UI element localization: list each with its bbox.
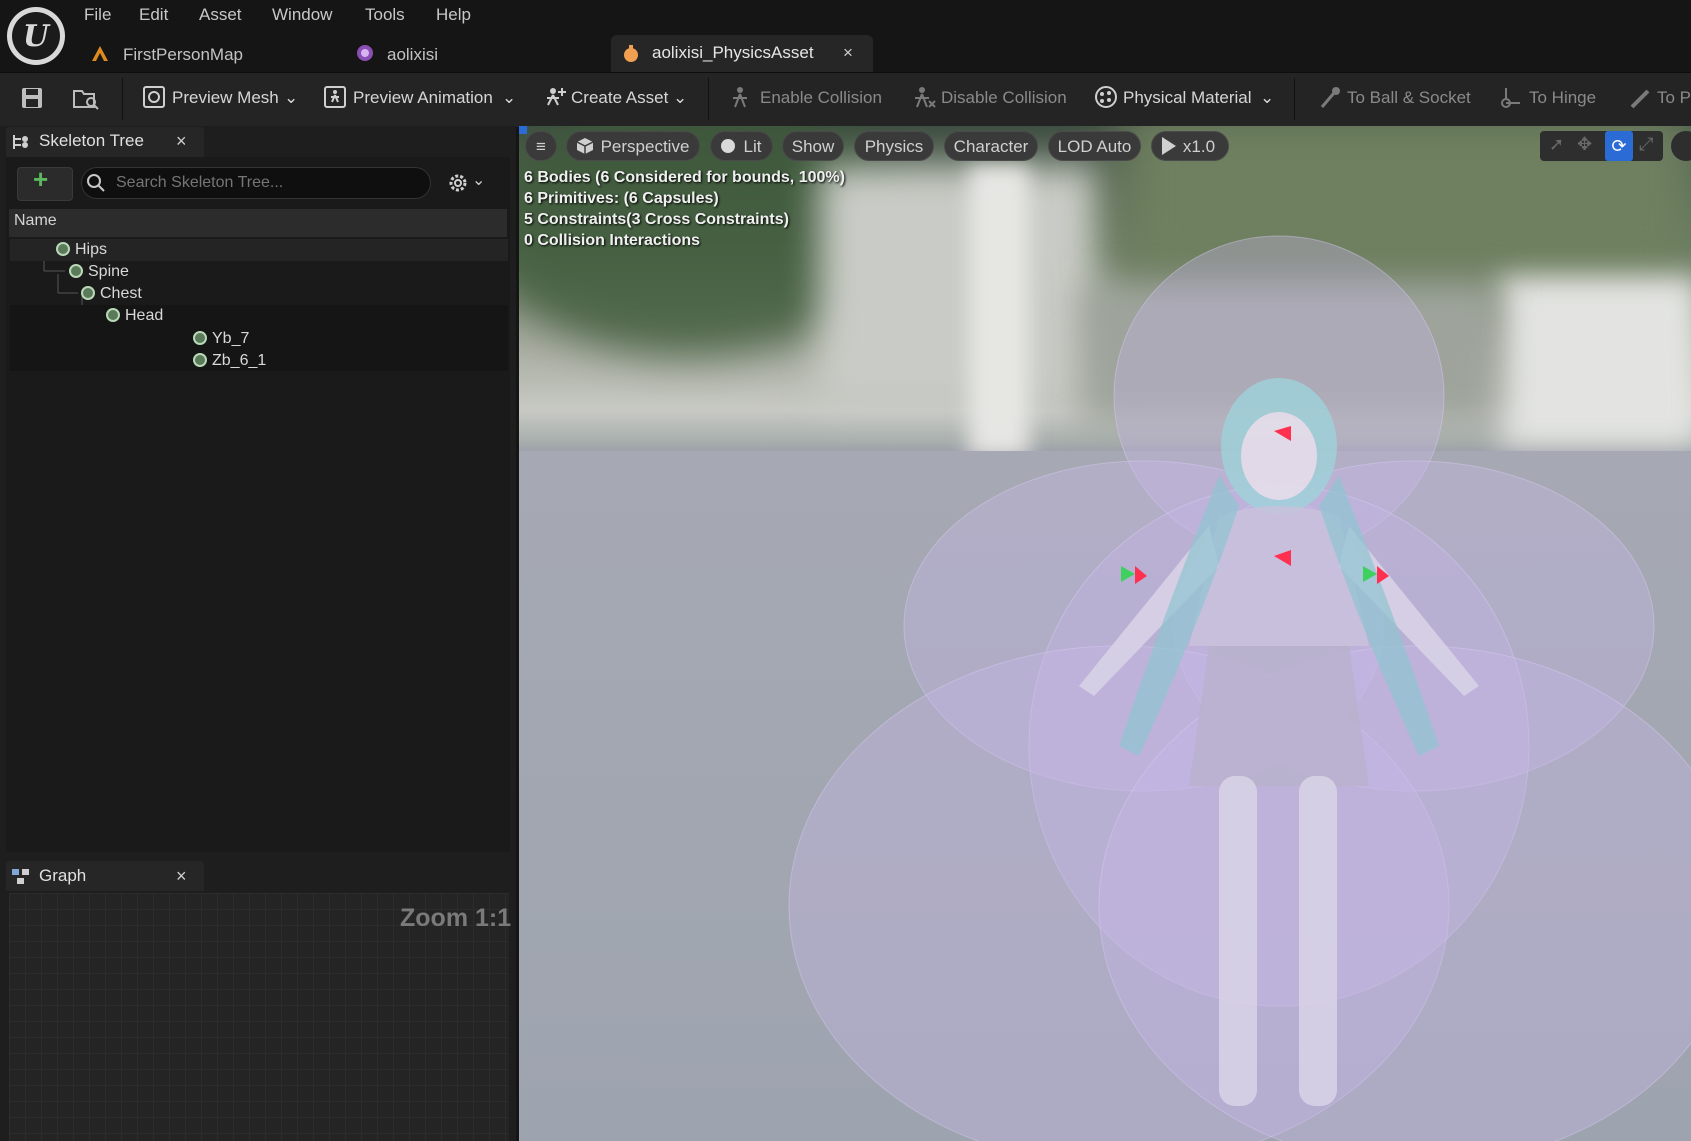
tab-aolixisi[interactable]: aolixisi [387,38,438,72]
close-icon[interactable]: × [176,866,187,887]
physics-asset-icon [624,45,638,62]
skeletal-mesh-icon [357,45,373,61]
enable-collision-icon [733,87,747,108]
tab-close-icon[interactable]: × [843,36,853,70]
skeleton-tree-title: Skeleton Tree [39,131,144,150]
search-icon [87,174,105,192]
move-icon[interactable]: ✥ [1577,134,1592,155]
create-asset-icon [547,88,566,106]
lod-button[interactable]: LOD Auto [1048,131,1141,161]
chevron-down-icon[interactable]: ⌄ [284,86,298,110]
to-prismatic-button[interactable]: To P [1657,86,1691,110]
bone-label: Spine [88,263,129,280]
toolbar-separator [1294,78,1295,120]
rotate-icon[interactable]: ⟳ [1605,131,1633,161]
preview-mesh-icon [143,86,165,108]
show-button[interactable]: Show [782,131,844,161]
scale-icon[interactable]: ⤢ [1639,134,1653,155]
disable-collision-button[interactable]: Disable Collision [941,86,1067,110]
lit-button[interactable]: Lit [710,131,773,161]
bone-icon [106,308,120,322]
skeleton-tree-icon [13,135,28,149]
bone-row-head[interactable]: Head [106,305,163,327]
tab-graph[interactable] [6,861,204,891]
play-icon [1162,137,1176,155]
browse-content-icon[interactable] [72,85,100,111]
menu-asset[interactable]: Asset [199,4,242,26]
graph-icon [12,869,29,884]
bone-label: Head [125,307,164,324]
menu-edit[interactable]: Edit [139,4,168,26]
prismatic-icon [1630,89,1650,109]
column-header-name[interactable] [9,209,507,237]
to-ball-socket-button[interactable]: To Ball & Socket [1347,86,1471,110]
level-icon [92,46,108,61]
stat-constraints: 5 Constraints(3 Cross Constraints) [524,211,789,228]
physical-material-icon [1095,86,1117,108]
gear-icon[interactable] [447,172,469,194]
create-asset-button[interactable]: Create Asset [571,86,668,110]
hinge-icon [1501,88,1520,108]
bone-row-hips[interactable]: Hips [56,239,107,261]
toolbar-separator [708,78,709,120]
viewport[interactable] [519,126,1691,1141]
preview-animation-button[interactable]: Preview Animation [353,86,493,110]
bone-label: Zb_6_1 [212,352,267,369]
menu-window[interactable]: Window [272,4,332,26]
menu-tools[interactable]: Tools [365,4,405,26]
bone-icon [56,242,70,256]
viewport-focus-marker [519,126,527,134]
bone-row-yb7[interactable]: Yb_7 [193,328,249,350]
tab-firstpersonmap[interactable]: FirstPersonMap [123,38,243,72]
to-hinge-button[interactable]: To Hinge [1529,86,1596,110]
bone-label: Hips [75,241,108,258]
ball-socket-icon [1320,87,1340,108]
zoom-label: Zoom 1:1 [400,904,512,932]
physics-bodies [788,235,1691,1141]
close-icon[interactable]: × [176,131,187,152]
enable-collision-button[interactable]: Enable Collision [760,86,882,110]
bone-label: Chest [100,285,142,302]
chevron-down-icon[interactable]: ⌄ [472,170,485,190]
select-icon[interactable]: ➚ [1549,134,1564,155]
plus-icon: + [33,164,49,194]
stat-collision-interactions: 0 Collision Interactions [524,232,701,249]
chevron-down-icon[interactable]: ⌄ [673,86,687,110]
bone-icon [193,353,207,367]
chevron-down-icon[interactable]: ⌄ [1260,86,1274,110]
viewport-menu-button[interactable]: ≡ [525,131,557,161]
disable-collision-icon [915,87,936,108]
cube-icon [576,138,594,154]
bone-icon [69,264,83,278]
physical-material-button[interactable]: Physical Material [1123,86,1252,110]
lit-sphere-icon [721,139,735,153]
stat-bodies: 6 Bodies (6 Considered for bounds, 100%) [524,169,845,186]
graph-title: Graph [39,866,87,885]
bone-row-chest[interactable]: Chest [81,283,142,305]
toolbar-separator [122,78,123,120]
bone-icon [193,331,207,345]
bone-label: Yb_7 [212,330,250,347]
preview-animation-icon [324,86,346,108]
bone-row-zb61[interactable]: Zb_6_1 [193,350,266,372]
menu-file[interactable]: File [84,4,111,26]
search-input[interactable] [81,167,431,199]
stat-primitives: 6 Primitives: (6 Capsules) [524,190,719,207]
preview-mesh-button[interactable]: Preview Mesh [172,86,279,110]
bone-row-spine[interactable]: Spine [69,261,129,283]
character-button[interactable]: Character [944,131,1038,161]
unreal-logo-icon[interactable]: U [7,7,65,65]
tab-physics-asset-label: aolixisi_PhysicsAsset [652,43,814,62]
bone-icon [81,286,95,300]
column-header-label: Name [14,212,57,229]
save-icon[interactable] [20,86,44,112]
chevron-down-icon[interactable]: ⌄ [502,86,516,110]
physics-button[interactable]: Physics [854,131,934,161]
menu-help[interactable]: Help [436,4,471,26]
